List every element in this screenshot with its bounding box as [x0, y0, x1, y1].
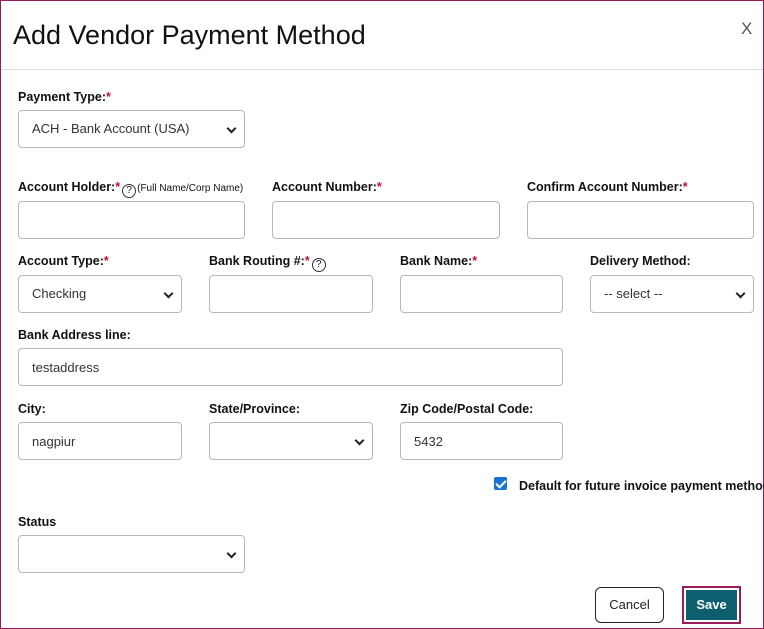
payment-type-label: Payment Type:*	[18, 90, 111, 104]
delivery-method-label: Delivery Method:	[590, 254, 691, 268]
payment-type-select[interactable]: ACH - Bank Account (USA)	[18, 110, 245, 148]
chevron-down-icon	[354, 435, 365, 446]
required-marker: *	[304, 254, 310, 268]
help-icon[interactable]: ?	[122, 184, 137, 198]
required-marker: *	[472, 254, 478, 268]
account-holder-hint: (Full Name/Corp Name)	[137, 183, 244, 194]
chevron-down-icon	[735, 288, 746, 299]
help-icon[interactable]: ?	[311, 258, 326, 272]
delivery-method-select[interactable]: -- select --	[590, 275, 754, 313]
required-marker: *	[106, 90, 111, 104]
dialog-header: Add Vendor Payment Method X	[1, 1, 763, 70]
city-input[interactable]	[18, 422, 182, 460]
required-marker: *	[115, 180, 121, 194]
chevron-down-icon	[226, 548, 237, 559]
zip-input[interactable]	[400, 422, 563, 460]
confirm-account-number-label-text: Confirm Account Number:	[527, 180, 683, 194]
account-number-label: Account Number:*	[272, 180, 382, 194]
required-marker: *	[103, 254, 109, 268]
payment-type-label-text: Payment Type:	[18, 90, 106, 104]
save-button-focus-ring: Save	[682, 586, 741, 624]
bank-routing-input[interactable]	[209, 275, 373, 313]
bank-name-input[interactable]	[400, 275, 563, 313]
required-marker: *	[682, 180, 688, 194]
bank-routing-label: Bank Routing #:*?	[209, 254, 327, 272]
account-holder-input[interactable]	[18, 201, 245, 239]
cancel-button[interactable]: Cancel	[595, 587, 664, 623]
bank-name-label: Bank Name:*	[400, 254, 477, 268]
account-holder-label-text: Account Holder:	[18, 180, 116, 194]
bank-name-label-text: Bank Name:	[400, 254, 473, 268]
close-icon[interactable]: X	[741, 19, 752, 39]
account-number-input[interactable]	[272, 201, 500, 239]
status-select[interactable]	[18, 535, 245, 573]
add-vendor-payment-dialog: Add Vendor Payment Method X Payment Type…	[0, 0, 764, 629]
state-label: State/Province:	[209, 402, 301, 416]
account-type-value: Checking	[32, 286, 87, 301]
chevron-down-icon	[226, 123, 237, 134]
bank-address-input[interactable]	[18, 348, 563, 386]
save-button[interactable]: Save	[686, 590, 737, 620]
state-select[interactable]	[209, 422, 373, 460]
confirm-account-number-input[interactable]	[527, 201, 754, 239]
bank-address-label: Bank Address line:	[18, 328, 131, 342]
account-number-label-text: Account Number:	[272, 180, 377, 194]
delivery-method-value: -- select --	[604, 286, 663, 301]
city-label: City:	[18, 402, 46, 416]
bank-routing-label-text: Bank Routing #:	[209, 254, 305, 268]
account-type-label-text: Account Type:	[18, 254, 104, 268]
account-holder-label: Account Holder:*? (Full Name/Corp Name)	[18, 180, 243, 198]
account-type-label: Account Type:*	[18, 254, 109, 268]
payment-type-value: ACH - Bank Account (USA)	[32, 121, 190, 136]
default-payment-label: Default for future invoice payment metho…	[519, 479, 764, 493]
confirm-account-number-label: Confirm Account Number:*	[527, 180, 688, 194]
default-payment-checkbox[interactable]	[494, 477, 507, 490]
zip-label: Zip Code/Postal Code:	[400, 402, 534, 416]
required-marker: *	[376, 180, 382, 194]
chevron-down-icon	[163, 288, 174, 299]
dialog-title: Add Vendor Payment Method	[13, 20, 366, 50]
status-label: Status	[18, 515, 57, 529]
account-type-select[interactable]: Checking	[18, 275, 182, 313]
